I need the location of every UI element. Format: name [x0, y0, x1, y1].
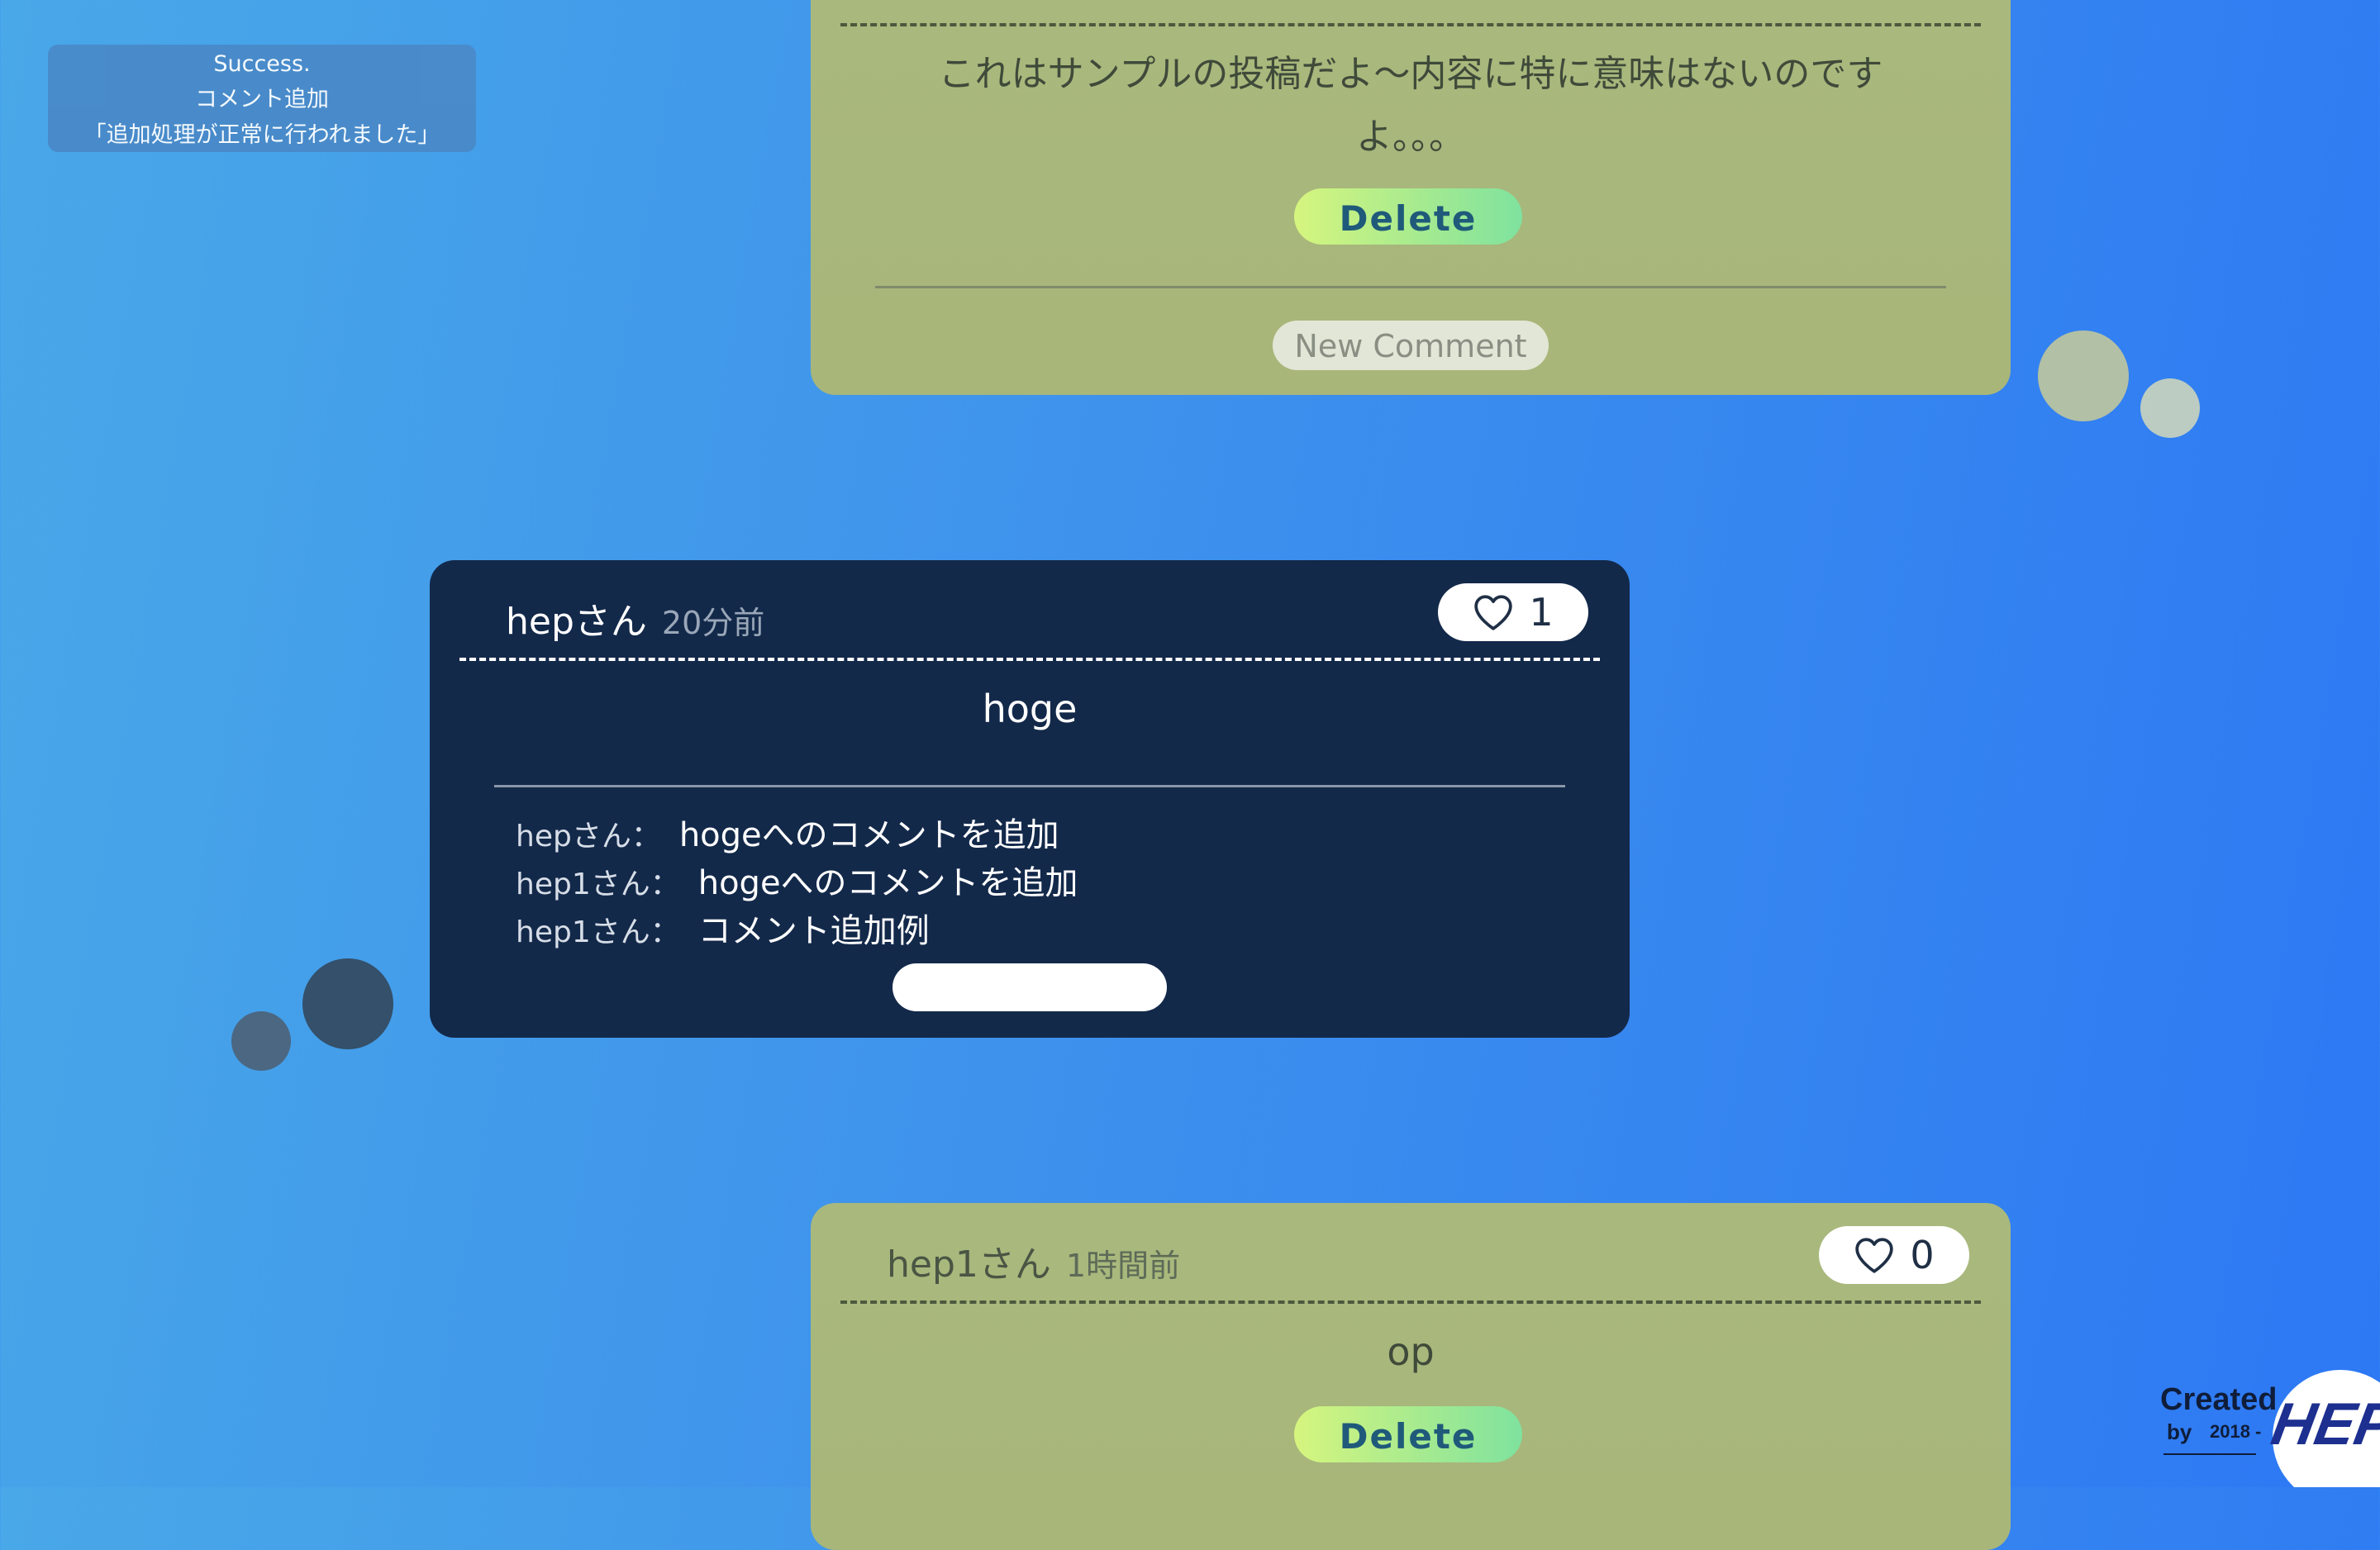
toast-message: 「追加処理が正常に行われました」: [83, 122, 440, 148]
comment-item: hepさん： hogeへのコメントを追加: [516, 808, 1078, 856]
post-card: hepさん 20分前 1 hoge hepさん： hogeへのコメントを追加 he…: [430, 560, 1630, 1038]
comment-text: hogeへのコメントを追加: [678, 816, 1059, 854]
post-divider: [840, 23, 1981, 26]
new-comment-button[interactable]: New Comment: [1273, 321, 1549, 370]
toast-title: Success.: [213, 51, 311, 77]
like-count: 0: [1910, 1233, 1935, 1277]
author-name: hep1さん: [887, 1243, 1051, 1286]
post-divider: [459, 658, 1600, 661]
author-name: hepさん: [506, 601, 647, 643]
comment-author: hep1さん：: [516, 915, 680, 949]
post-card: hep1さん 1時間前 0 op Delete: [811, 1203, 2011, 1550]
comment-text: コメント追加例: [697, 912, 930, 950]
comment-item: hep1さん： コメント追加例: [516, 904, 1078, 952]
delete-button[interactable]: Delete: [1294, 1406, 1522, 1462]
post-header: hepさん 20分前 1: [430, 560, 1630, 658]
svg-text:HEP!: HEP!: [2267, 1391, 2380, 1457]
post-body: hoge: [982, 687, 1078, 731]
comment-divider: [494, 785, 1565, 787]
comment-author: hepさん：: [516, 820, 661, 853]
comment-list: hepさん： hogeへのコメントを追加 hep1さん： hogeへのコメントを…: [516, 808, 1078, 952]
svg-text:Created: Created: [2160, 1382, 2278, 1417]
comment-text: hogeへのコメントを追加: [697, 864, 1078, 902]
like-button[interactable]: 0: [1819, 1226, 1969, 1284]
post-time: 20分前: [661, 605, 765, 641]
post-header: hep1さん 1時間前 0: [811, 1203, 2011, 1300]
comment-item: hep1さん： hogeへのコメントを追加: [516, 856, 1078, 904]
post-author: hepさん 20分前: [506, 592, 764, 644]
post-body: これはサンプルの投稿だよ〜内容に特に意味はないのですよ。。。: [938, 53, 1883, 158]
hep-logo-icon: Created by 2018 - HEP!: [2160, 1370, 2380, 1505]
post-author: hep1さん 1時間前: [887, 1234, 1180, 1287]
post-card: これはサンプルの投稿だよ〜内容に特に意味はないのですよ。。。 Delete Ne…: [811, 0, 2011, 395]
like-count: 1: [1529, 590, 1554, 635]
like-button[interactable]: 1: [1438, 583, 1588, 641]
decor-bubble: [2038, 330, 2129, 421]
new-comment-button[interactable]: [892, 963, 1167, 1011]
post-body: op: [1387, 1329, 1435, 1374]
svg-text:2018 -: 2018 -: [2210, 1421, 2261, 1442]
decor-bubble: [302, 958, 393, 1049]
heart-icon: [1855, 1238, 1894, 1273]
post-time: 1時間前: [1065, 1248, 1181, 1284]
success-toast: Success. コメント追加 「追加処理が正常に行われました」: [48, 45, 476, 152]
comment-divider: [875, 286, 1946, 288]
delete-button[interactable]: Delete: [1294, 188, 1522, 245]
comment-author: hep1さん：: [516, 868, 680, 901]
heart-icon: [1474, 595, 1513, 630]
decor-bubble: [231, 1011, 291, 1071]
created-by-logo: Created by 2018 - HEP!: [2159, 1368, 2380, 1505]
toast-action: コメント追加: [195, 87, 329, 112]
svg-text:by: by: [2167, 1419, 2192, 1444]
post-divider: [840, 1300, 1981, 1304]
decor-bubble: [2140, 378, 2200, 438]
